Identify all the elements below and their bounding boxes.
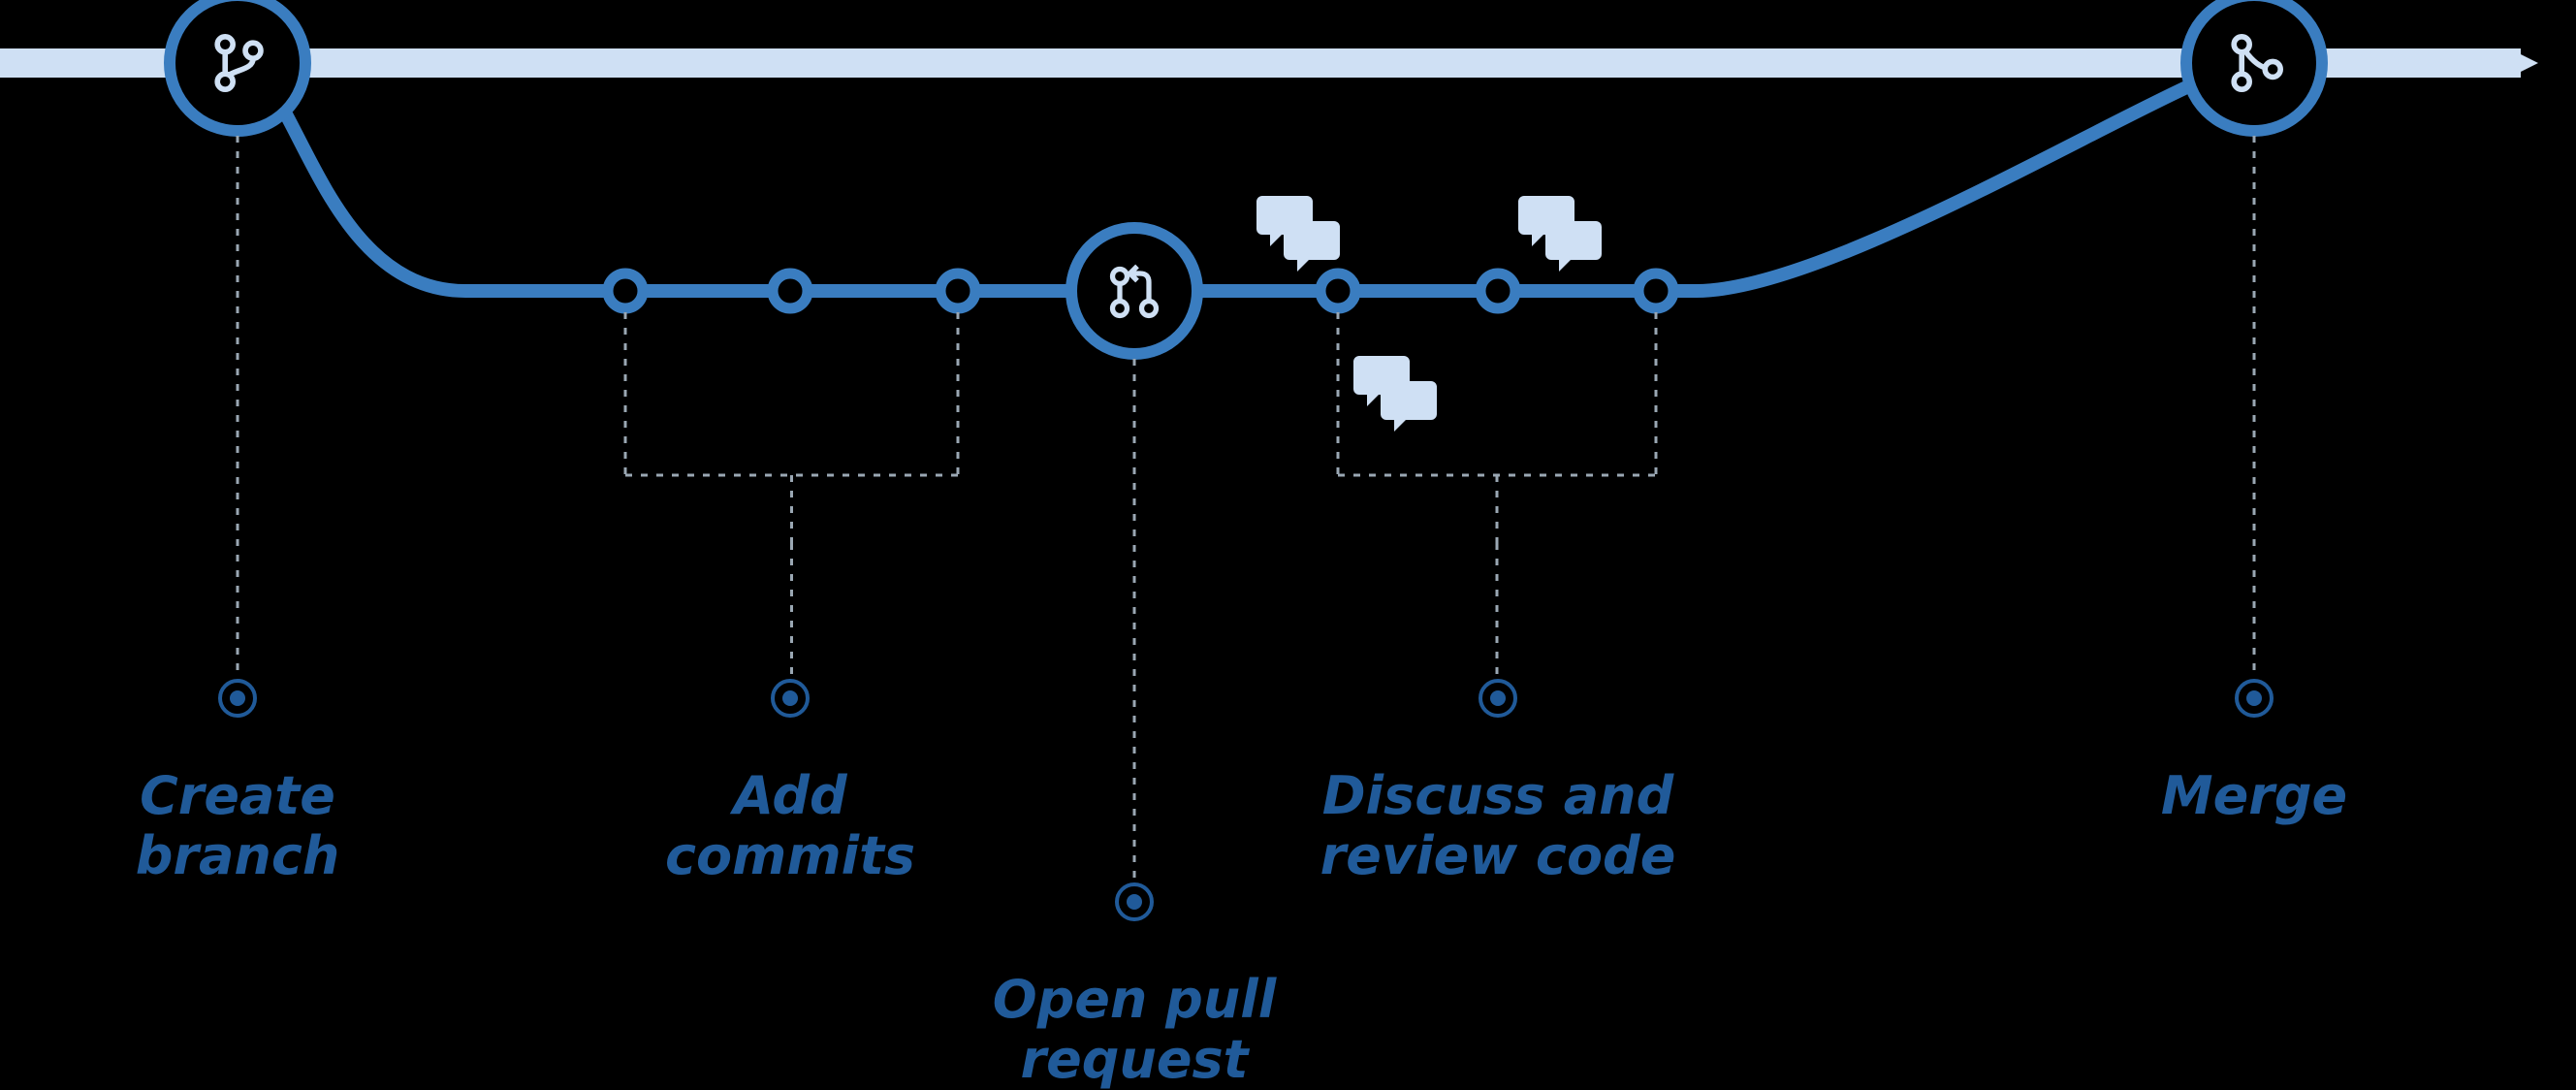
pull-request-node	[1071, 228, 1197, 354]
step-label-add-commits: Add commits	[548, 766, 1033, 886]
bullet-create-branch	[220, 681, 255, 716]
comment-icon-1	[1518, 196, 1602, 272]
commit-dot-1	[773, 273, 808, 308]
github-flow-diagram	[0, 0, 2576, 1076]
merge-node	[2186, 0, 2322, 131]
bullet-add-commits	[773, 681, 808, 716]
bullet-discuss	[1480, 681, 1515, 716]
discuss-dot-2	[1638, 273, 1673, 308]
comment-icon-0	[1256, 196, 1340, 272]
commit-dot-0	[608, 273, 643, 308]
step-label-open-pr: Open pull request	[892, 970, 1377, 1090]
create-branch-node	[170, 0, 305, 131]
step-label-merge: Merge	[2012, 766, 2496, 826]
bullet-open-pr	[1117, 884, 1152, 919]
step-label-discuss: Discuss and review code	[1256, 766, 1740, 886]
discuss-dot-0	[1320, 273, 1355, 308]
commit-dot-2	[940, 273, 975, 308]
discuss-dot-1	[1480, 273, 1515, 308]
step-label-create-branch: Create branch	[0, 766, 480, 886]
bullet-merge	[2237, 681, 2272, 716]
feature-branch-line	[238, 63, 2254, 291]
comment-icon-2	[1353, 356, 1437, 432]
